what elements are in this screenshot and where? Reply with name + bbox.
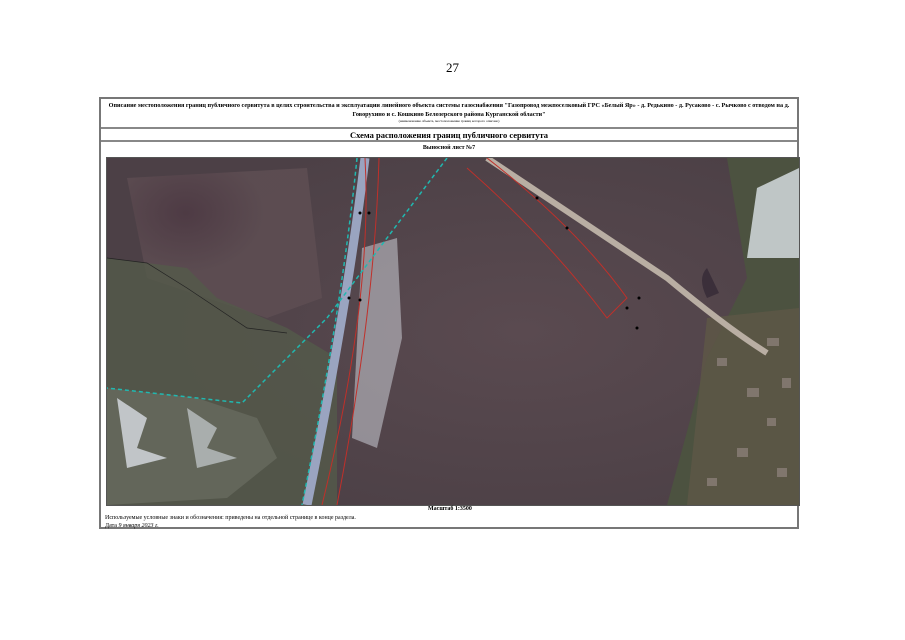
object-description: Описание местоположения границ публичног…	[108, 102, 790, 118]
date-line: Дата 9 января 2023 г.	[105, 523, 159, 529]
divider	[101, 140, 797, 142]
legend-note: Используемые условные знаки и обозначени…	[105, 515, 356, 521]
page-title: Схема расположения границ публичного сер…	[349, 130, 549, 140]
sheet-label: Выносной лист №7	[422, 145, 476, 151]
header: Описание местоположения границ публичног…	[101, 101, 797, 124]
divider	[101, 127, 797, 129]
subcaption: (наименование объекта, местоположение гр…	[398, 119, 500, 123]
satellite-map	[106, 155, 800, 506]
date-label: Дата	[105, 523, 117, 529]
page-number: 27	[446, 60, 459, 75]
date-value: 9 января 2023 г.	[118, 523, 159, 529]
document-frame: Описание местоположения границ публичног…	[99, 97, 800, 529]
map-image	[106, 155, 799, 506]
map-scale: Масштаб 1:3500	[428, 506, 472, 512]
